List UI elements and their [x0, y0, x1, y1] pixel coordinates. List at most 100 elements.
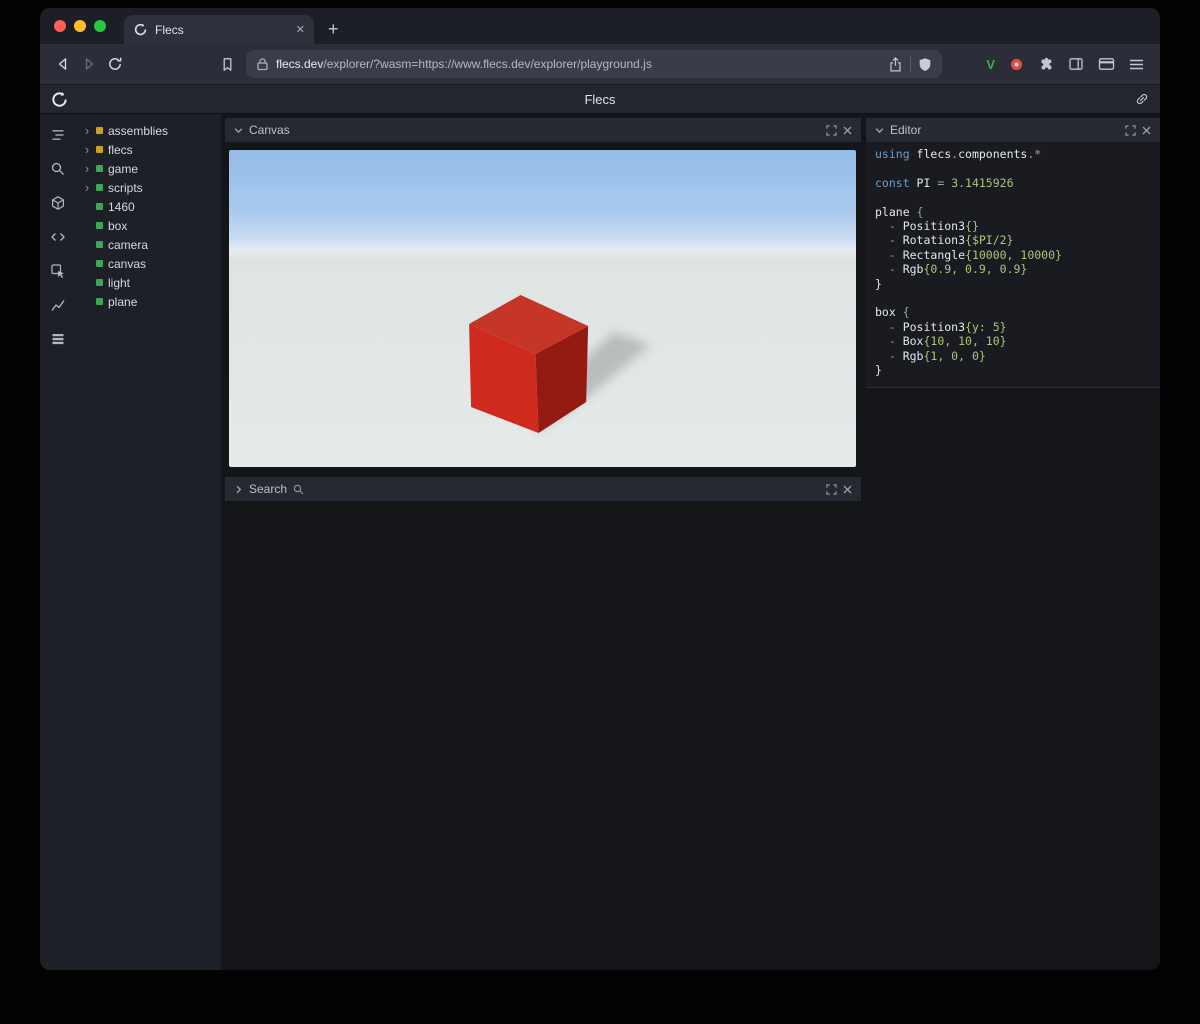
window-zoom-button[interactable]: [94, 20, 106, 32]
tree-expand-chevron-icon[interactable]: ›: [83, 183, 91, 193]
shield-icon[interactable]: [918, 57, 932, 72]
code-line: box {: [875, 305, 1151, 319]
window-minimize-button[interactable]: [74, 20, 86, 32]
search-glass-icon: [293, 484, 304, 495]
tree-item-label: light: [108, 276, 130, 290]
bookmark-icon[interactable]: [214, 51, 240, 77]
code-line: [875, 291, 1151, 305]
fullscreen-icon[interactable]: [1125, 125, 1136, 136]
window-controls: [54, 20, 106, 32]
browser-tab[interactable]: Flecs ✕: [124, 15, 314, 44]
wallet-card-icon[interactable]: [1098, 57, 1115, 71]
tree-item-camera[interactable]: camera: [76, 235, 221, 254]
search-icon[interactable]: [46, 157, 70, 181]
entity-color-square-icon: [96, 260, 103, 267]
link-icon[interactable]: [1134, 91, 1150, 107]
tree-item-label: canvas: [108, 257, 146, 271]
tree-item-label: plane: [108, 295, 137, 309]
code-editor[interactable]: using flecs.components.* const PI = 3.14…: [866, 142, 1160, 388]
url-bar[interactable]: flecs.dev/explorer/?wasm=https://www.fle…: [246, 50, 942, 78]
tree-item-plane[interactable]: plane: [76, 292, 221, 311]
menu-icon[interactable]: [1129, 58, 1144, 71]
url-path: /explorer/?wasm=https://www.flecs.dev/ex…: [323, 57, 651, 71]
code-line: - Box{10, 10, 10}: [875, 334, 1151, 348]
code-line: }: [875, 363, 1151, 377]
tree-item-1460[interactable]: 1460: [76, 197, 221, 216]
entity-tree: ›assemblies›flecs›game›scripts1460boxcam…: [76, 114, 221, 970]
inspect-icon[interactable]: [46, 259, 70, 283]
search-panel-header: Search: [225, 477, 861, 501]
share-icon[interactable]: [888, 56, 903, 73]
code-line: - Position3{y: 5}: [875, 320, 1151, 334]
code-line: [875, 190, 1151, 204]
close-icon[interactable]: [843, 126, 852, 135]
tree-item-flecs[interactable]: ›flecs: [76, 140, 221, 159]
tree-item-light[interactable]: light: [76, 273, 221, 292]
package-icon[interactable]: [46, 191, 70, 215]
entity-color-square-icon: [96, 279, 103, 286]
close-icon[interactable]: [1142, 126, 1151, 135]
page-title: Flecs: [40, 92, 1160, 107]
code-line: plane {: [875, 205, 1151, 219]
canvas-panel-header: Canvas: [225, 118, 861, 142]
tab-title: Flecs: [155, 23, 289, 37]
entity-color-square-icon: [96, 127, 103, 134]
tab-close-icon[interactable]: ✕: [296, 23, 305, 36]
tree-item-label: 1460: [108, 200, 135, 214]
chevron-down-icon[interactable]: [234, 126, 243, 135]
forward-icon[interactable]: [76, 51, 102, 77]
code-icon[interactable]: [46, 225, 70, 249]
fullscreen-icon[interactable]: [826, 484, 837, 495]
app-main: ›assemblies›flecs›game›scripts1460boxcam…: [40, 114, 1160, 970]
extensions-puzzle-icon[interactable]: [1038, 56, 1054, 72]
lock-icon: [256, 57, 269, 71]
chevron-down-icon[interactable]: [875, 126, 884, 135]
sidebar-panel-icon[interactable]: [1068, 56, 1084, 72]
code-line: using flecs.components.*: [875, 147, 1151, 161]
new-tab-button[interactable]: +: [328, 10, 339, 38]
urlbar-separator: [910, 56, 911, 72]
close-icon[interactable]: [843, 485, 852, 494]
stats-icon[interactable]: [46, 293, 70, 317]
tree-item-label: game: [108, 162, 138, 176]
tree-item-label: scripts: [108, 181, 143, 195]
editor-column: Editor using flecs.components.* const PI…: [864, 114, 1160, 970]
tree-item-label: camera: [108, 238, 148, 252]
tree-item-game[interactable]: › game: [76, 159, 221, 178]
browser-toolbar: flecs.dev/explorer/?wasm=https://www.fle…: [40, 44, 1160, 85]
tree-item-box[interactable]: box: [76, 216, 221, 235]
code-line: - Position3{}: [875, 219, 1151, 233]
search-panel-title: Search: [249, 482, 287, 496]
flecs-logo-icon[interactable]: [50, 90, 69, 109]
tree-item-scripts[interactable]: › scripts: [76, 178, 221, 197]
tree-item-label: box: [108, 219, 127, 233]
entity-color-square-icon: [96, 146, 103, 153]
3d-canvas-viewport[interactable]: [229, 150, 856, 467]
icon-sidebar: [40, 114, 76, 970]
url-host: flecs.dev: [276, 57, 323, 71]
center-column: Canvas: [221, 114, 864, 970]
fullscreen-icon[interactable]: [826, 125, 837, 136]
code-line: }: [875, 277, 1151, 291]
tree-expand-chevron-icon[interactable]: ›: [83, 145, 91, 155]
chevron-right-icon[interactable]: [234, 485, 243, 494]
tree-item-assemblies[interactable]: ›assemblies: [76, 121, 221, 140]
record-extension-icon[interactable]: [1009, 57, 1024, 72]
entity-color-square-icon: [96, 165, 103, 172]
back-icon[interactable]: [50, 51, 76, 77]
tree-expand-chevron-icon[interactable]: ›: [83, 164, 91, 174]
editor-panel-title: Editor: [890, 123, 921, 137]
code-line: - Rgb{0.9, 0.9, 0.9}: [875, 262, 1151, 276]
tables-icon[interactable]: [46, 327, 70, 351]
vimium-extension-icon[interactable]: V: [986, 57, 995, 72]
reload-icon[interactable]: [102, 51, 128, 77]
tree-item-canvas[interactable]: canvas: [76, 254, 221, 273]
entities-tree-icon[interactable]: [46, 123, 70, 147]
app-header: Flecs: [40, 85, 1160, 114]
window-close-button[interactable]: [54, 20, 66, 32]
tree-expand-chevron-icon[interactable]: ›: [83, 126, 91, 136]
code-line: const PI = 3.1415926: [875, 176, 1151, 190]
code-line: [875, 161, 1151, 175]
entity-color-square-icon: [96, 203, 103, 210]
code-line: - Rectangle{10000, 10000}: [875, 248, 1151, 262]
